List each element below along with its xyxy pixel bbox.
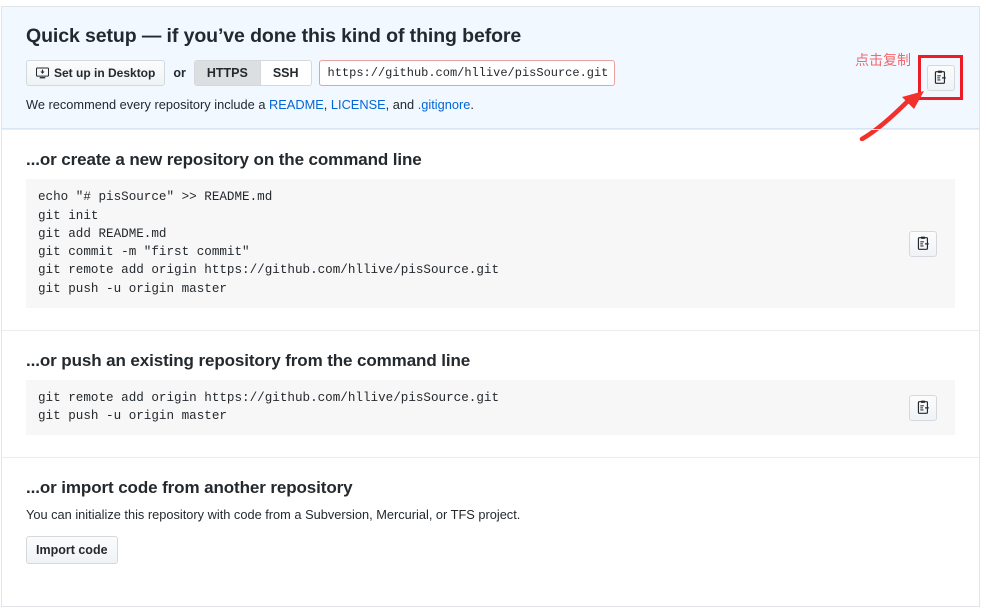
note-separator: , (323, 97, 331, 113)
import-code-note: You can initialize this repository with … (26, 507, 521, 523)
clipboard-copy-icon (933, 70, 948, 85)
copy-clone-url-button[interactable] (926, 64, 955, 91)
copy-push-commands-button[interactable] (909, 394, 937, 421)
note-and: , and (385, 97, 418, 113)
push-existing-repository-code[interactable]: git remote add origin https://github.com… (38, 389, 943, 426)
create-new-repository-title: ...or create a new repository on the com… (26, 150, 422, 170)
copy-create-commands-button[interactable] (909, 230, 937, 257)
annotation-label: 点击复制 (855, 53, 911, 69)
or-label: or (173, 66, 186, 81)
license-link[interactable]: LICENSE (331, 97, 386, 112)
repository-recommendation-note: We recommend every repository include a … (26, 97, 955, 112)
repository-setup-panel: Quick setup — if you’ve done this kind o… (1, 6, 980, 607)
quick-setup-section: Quick setup — if you’ve done this kind o… (2, 7, 979, 130)
page-title: Quick setup — if you’ve done this kind o… (26, 25, 522, 47)
clone-url-input[interactable]: https://github.com/hllive/pisSource.git (318, 60, 615, 87)
protocol-https-tab[interactable]: HTTPS (194, 61, 260, 86)
gitignore-link[interactable]: .gitignore (418, 97, 471, 112)
import-code-button[interactable]: Import code (26, 536, 118, 565)
clipboard-copy-icon (916, 400, 931, 415)
desktop-download-icon (36, 67, 49, 80)
note-prefix: We recommend every repository include a (26, 97, 270, 113)
import-code-title: ...or import code from another repositor… (26, 478, 353, 498)
set-up-in-desktop-button[interactable]: Set up in Desktop (26, 60, 166, 87)
create-new-repository-code[interactable]: echo "# pisSource" >> README.md git init… (38, 188, 943, 298)
protocol-toggle-group: HTTPS SSH (193, 60, 312, 87)
create-new-repository-section: ...or create a new repository on the com… (2, 129, 979, 330)
readme-link[interactable]: README (269, 97, 324, 112)
push-existing-repository-title: ...or push an existing repository from t… (26, 350, 471, 370)
set-up-in-desktop-label: Set up in Desktop (54, 66, 156, 81)
import-code-section: ...or import code from another repositor… (2, 457, 979, 586)
push-existing-repository-code-block: git remote add origin https://github.com… (26, 379, 955, 436)
protocol-ssh-tab[interactable]: SSH (259, 61, 311, 86)
create-new-repository-code-block: echo "# pisSource" >> README.md git init… (26, 179, 955, 308)
clipboard-copy-icon (916, 236, 931, 251)
clone-controls-row: Set up in Desktop or HTTPS SSH https://g… (26, 60, 955, 87)
push-existing-repository-section: ...or push an existing repository from t… (2, 329, 979, 458)
copy-button-highlight-box (918, 55, 963, 100)
note-suffix: . (470, 97, 474, 113)
